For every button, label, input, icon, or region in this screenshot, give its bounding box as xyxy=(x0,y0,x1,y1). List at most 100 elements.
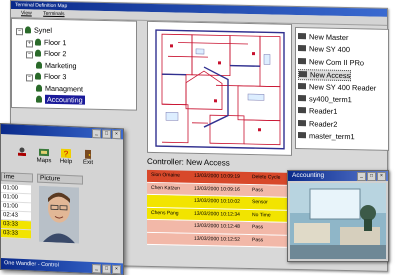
terminal-icon xyxy=(298,58,306,64)
controller-value: New Access xyxy=(186,158,230,168)
maximize-button[interactable]: □ xyxy=(102,264,111,273)
user-icon xyxy=(17,147,27,156)
time-column-header[interactable]: ime xyxy=(1,172,33,182)
device-label: New SY 400 Reader xyxy=(309,82,376,92)
device-label: Reader1 xyxy=(309,107,337,117)
device-item[interactable]: Reader1 xyxy=(298,106,337,116)
menu-terminals[interactable]: Terminals xyxy=(43,11,64,17)
tree-node-label: Managment xyxy=(45,83,83,93)
device-list: New Master New SY 400 New Com II PRo New Ac… xyxy=(295,27,389,151)
personnel-window: _ □ × Maps ? Help Exit ime Picture 01:00… xyxy=(0,123,124,275)
device-item[interactable]: New Access xyxy=(298,69,351,81)
personnel-bottom-titlebar: One Wandler - Control _ □ × xyxy=(1,258,123,274)
terminal-icon xyxy=(298,120,306,126)
picture-column-header: Picture xyxy=(37,174,83,185)
event-time: 13/03/2000 10:12:48 xyxy=(194,221,252,234)
help-icon: ? xyxy=(61,149,71,158)
terminal-icon xyxy=(299,71,307,77)
tree-node[interactable]: Accounting xyxy=(36,95,85,105)
tool-help[interactable]: ? Help xyxy=(57,148,75,165)
event-time: 13/03/2000 10:12:52 xyxy=(194,233,252,246)
tool-exit-label: Exit xyxy=(83,160,93,166)
camera-view-image xyxy=(290,183,386,259)
tree-node-label: Synel xyxy=(34,26,52,35)
accounting-titlebar: Accounting _ □ × xyxy=(288,171,388,181)
tree-expander[interactable]: − xyxy=(26,51,33,58)
tree-node-label: Marketing xyxy=(45,60,77,70)
device-label: master_term1 xyxy=(309,131,355,141)
maximize-button[interactable]: □ xyxy=(367,172,376,181)
device-item[interactable]: sy400_term1 xyxy=(298,94,352,104)
tree-node[interactable]: Managment xyxy=(36,83,83,93)
tree-node[interactable]: −Floor 3 xyxy=(26,71,66,82)
tree-node-label: Floor 1 xyxy=(44,37,66,46)
minimize-button[interactable]: _ xyxy=(357,172,366,181)
location-icon xyxy=(25,26,31,33)
device-item[interactable]: New Master xyxy=(298,32,348,42)
location-icon xyxy=(36,84,42,91)
event-time: 13/03/2000 10:09:16 xyxy=(194,183,252,196)
tool-exit[interactable]: Exit xyxy=(79,149,97,166)
location-icon xyxy=(35,50,41,57)
map-icon xyxy=(39,148,49,157)
employee-photo xyxy=(39,186,79,244)
event-name xyxy=(147,220,194,232)
device-label: Reader2 xyxy=(309,119,337,129)
event-row[interactable]: 13/03/2000 10:12:52Pass xyxy=(147,232,295,248)
location-icon xyxy=(36,61,42,68)
tree-expander[interactable]: − xyxy=(16,28,23,35)
event-name: Chen Katzen xyxy=(147,182,194,194)
tree-node[interactable]: − Floor 2 xyxy=(26,48,66,59)
device-label: New Com II PRo xyxy=(309,57,364,67)
floor-plan-drawing xyxy=(148,22,291,155)
floor-plan[interactable] xyxy=(147,21,292,156)
tree-expander[interactable]: − xyxy=(26,74,33,81)
tree-expander[interactable]: + xyxy=(26,40,33,47)
time-cell[interactable]: 03:33 xyxy=(1,229,31,239)
maximize-button[interactable]: □ xyxy=(102,129,111,138)
device-item[interactable]: New Com II PRo xyxy=(298,57,364,67)
terminal-icon xyxy=(298,45,306,51)
event-name: Sion Omaine xyxy=(147,170,194,182)
device-item[interactable]: Reader2 xyxy=(298,119,337,129)
terminal-icon xyxy=(298,83,306,89)
svg-text:?: ? xyxy=(64,149,69,158)
menu-view[interactable]: View xyxy=(21,10,32,16)
tool-help-label: Help xyxy=(60,159,72,166)
tree-node[interactable]: Marketing xyxy=(36,60,77,70)
tool-user[interactable] xyxy=(13,147,31,158)
device-label: sy400_term1 xyxy=(309,94,352,104)
tool-maps-label: Maps xyxy=(37,158,52,165)
window-title: Terminal Definition Map xyxy=(15,2,67,9)
location-icon xyxy=(35,38,41,45)
event-time: 13/03/2000 10:12:34 xyxy=(194,208,252,221)
close-button[interactable]: × xyxy=(377,172,386,181)
event-time: 13/03/2000 10:10:02 xyxy=(194,196,252,209)
tool-maps[interactable]: Maps xyxy=(35,148,53,165)
tree-node-label: Floor 2 xyxy=(44,49,66,58)
terminal-icon xyxy=(298,95,306,101)
location-icon xyxy=(35,73,41,80)
exit-icon xyxy=(83,150,93,159)
location-tree: − Synel+ Floor 1 − Floor 2 Marketing−Floor 3M… xyxy=(11,18,137,111)
tree-node[interactable]: − Synel xyxy=(16,25,52,36)
close-button[interactable]: × xyxy=(112,265,121,274)
accounting-camera-window: Accounting _ □ × xyxy=(287,170,389,262)
device-item[interactable]: master_term1 xyxy=(298,131,355,141)
close-button[interactable]: × xyxy=(112,130,121,139)
event-name xyxy=(147,232,194,244)
device-item[interactable]: New SY 400 Reader xyxy=(298,82,376,93)
device-label: New Access xyxy=(310,70,350,80)
terminal-icon xyxy=(298,132,306,138)
tree-node[interactable]: + Floor 1 xyxy=(26,37,66,48)
minimize-button[interactable]: _ xyxy=(92,264,101,273)
terminal-icon xyxy=(298,33,306,39)
terminal-icon xyxy=(298,107,306,113)
device-item[interactable]: New SY 400 xyxy=(298,44,350,54)
event-name xyxy=(147,195,194,207)
controller-line: Controller: New Access xyxy=(147,157,230,168)
location-icon xyxy=(36,96,42,103)
minimize-button[interactable]: _ xyxy=(92,129,101,138)
bottom-title: One Wandler - Control xyxy=(1,260,59,269)
device-label: New Master xyxy=(309,32,348,42)
